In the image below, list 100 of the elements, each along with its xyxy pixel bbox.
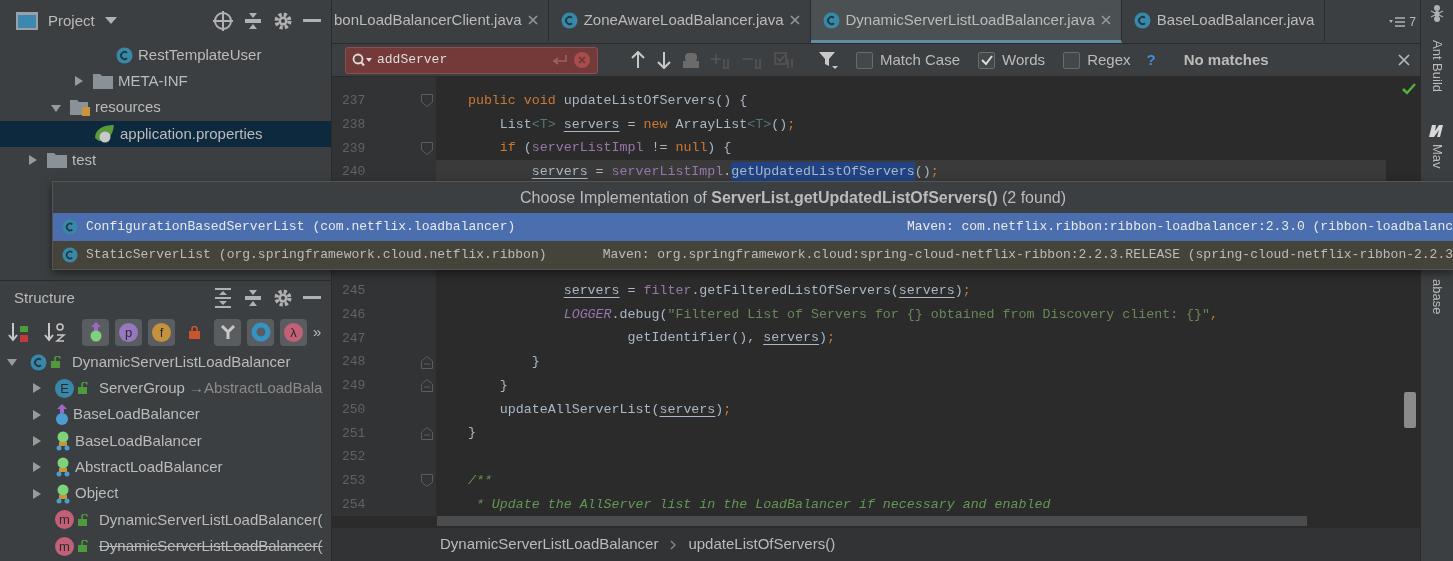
fold-marker-icon[interactable] [421, 355, 433, 369]
tree-arrow-icon[interactable] [31, 487, 43, 500]
code-line: List<T> servers = new ArrayList<T>(); [498, 115, 797, 134]
class-icon [560, 11, 578, 29]
editor-tab[interactable]: BaseLoadBalancer.java [1121, 0, 1326, 43]
tree-item[interactable]: resources [0, 94, 331, 121]
tree-arrow-icon[interactable] [31, 408, 43, 421]
editor-tab[interactable]: bonLoadBalancerClient.java [332, 0, 549, 43]
horizontal-scrollbar[interactable] [437, 516, 1307, 526]
more-button[interactable]: » [313, 320, 322, 344]
close-icon[interactable] [1398, 54, 1410, 66]
option-checkbox[interactable]: Words [978, 48, 1046, 72]
tree-item[interactable]: META-INF [0, 68, 331, 95]
expand-all-icon[interactable] [213, 288, 233, 308]
tool-window-button[interactable]: Ant Build [1427, 40, 1447, 93]
ant-icon[interactable] [1429, 4, 1445, 22]
tool-window-button[interactable]: Mav [1427, 144, 1447, 169]
tree-item[interactable]: AbstractLoadBalancer [0, 454, 331, 481]
implementation-item[interactable]: StaticServerList (org.springframework.cloud.netflix.ribbon) Maven: org.springframework.cloud:spring-cloud-netflix-ribbon:2.2.3.RELEASE (spring-cloud-netflix-ribbon-2.2.3 [53, 241, 1453, 269]
search-box[interactable]: addServer [345, 46, 598, 74]
vertical-scrollbar[interactable] [1404, 392, 1416, 428]
folder-icon [70, 99, 90, 117]
option-checkbox[interactable]: Regex [1063, 48, 1131, 72]
close-icon[interactable] [1100, 15, 1111, 25]
tab-list-icon[interactable] [1389, 15, 1406, 28]
tree-arrow-icon[interactable] [27, 154, 39, 167]
close-icon[interactable] [789, 15, 800, 25]
code-line: /** [466, 471, 493, 490]
no-problems-check-icon [1402, 83, 1416, 95]
settings-icon[interactable] [273, 288, 293, 308]
fold-marker-icon[interactable] [421, 379, 433, 393]
collapse-all-icon[interactable] [243, 11, 263, 31]
editor-tab[interactable]: DynamicServerListLoadBalancer.java [810, 0, 1122, 43]
folder-icon [93, 73, 113, 90]
maven-icon[interactable] [1428, 124, 1446, 139]
code-line: if (serverListImpl != null) { [498, 139, 733, 158]
superclass-icon [55, 457, 71, 478]
lock-icon [78, 540, 89, 553]
search-field[interactable]: addServer [377, 50, 547, 70]
enter-icon [552, 54, 568, 66]
code-line: } [466, 424, 477, 443]
tree-item[interactable]: m DynamicServerListLoadBalancer( [0, 506, 331, 534]
filter-toggle[interactable] [214, 318, 241, 346]
fold-marker-icon[interactable] [421, 426, 433, 440]
ring-icon [250, 322, 271, 342]
minimize-icon[interactable] [303, 296, 321, 300]
fold-marker-icon[interactable] [421, 94, 433, 108]
tree-item[interactable]: test [0, 147, 331, 174]
code-line: updateAllServerList(servers); [498, 400, 733, 419]
collapse-all-icon[interactable] [243, 288, 263, 308]
filter-toggle[interactable]: λ [280, 318, 307, 346]
breadcrumb[interactable]: updateListOfServers() [688, 533, 836, 556]
editor-tab[interactable]: ZoneAwareLoadBalancer.java [548, 0, 811, 43]
code-line: getIdentifier(), servers); [626, 329, 836, 348]
filter-toggle[interactable]: p [115, 318, 142, 346]
tree-arrow-icon[interactable] [31, 435, 43, 448]
sort-by-visibility-icon[interactable] [8, 321, 30, 343]
tree-arrow-icon[interactable] [31, 382, 43, 395]
settings-icon[interactable] [273, 11, 293, 31]
sort-alphabetically-icon[interactable] [44, 321, 66, 343]
caret-icon[interactable] [104, 17, 117, 25]
tree-item[interactable]: BaseLoadBalancer [0, 401, 331, 428]
help-link[interactable]: ? [1146, 48, 1156, 72]
tree-item[interactable]: Object [0, 480, 331, 507]
tree-arrow-icon[interactable] [73, 75, 85, 88]
lock-icon [78, 513, 89, 526]
lock-icon [189, 325, 200, 339]
filter-toggle[interactable]: f [148, 318, 175, 346]
lock-icon [51, 356, 62, 369]
filter-toggle[interactable] [82, 318, 109, 346]
lock-icon [78, 382, 89, 395]
filter-toggle[interactable] [247, 318, 274, 346]
tree-item[interactable]: DynamicServerListLoadBalancer [0, 349, 331, 376]
fold-marker-icon[interactable] [421, 474, 433, 488]
tab-count: 7 [1409, 13, 1416, 31]
next-occurrence-icon[interactable] [656, 51, 672, 69]
previous-occurrence-icon[interactable] [630, 51, 646, 69]
superclass-icon [55, 483, 71, 504]
chevron-icon [670, 539, 677, 550]
class-icon [1133, 11, 1151, 29]
enum-icon: E [55, 378, 74, 398]
tree-item[interactable]: m DynamicServerListLoadBalancer( [0, 533, 331, 560]
tree-arrow-icon[interactable] [31, 461, 43, 474]
panel-title: Project [48, 10, 95, 31]
fold-marker-icon[interactable] [421, 141, 433, 155]
option-checkbox[interactable]: Match Case [856, 48, 961, 72]
locate-icon[interactable] [213, 11, 233, 31]
tree-item[interactable]: E ServerGroup →AbstractLoadBala [0, 375, 331, 402]
filter-icon[interactable] [818, 50, 838, 70]
minimize-icon[interactable] [303, 19, 321, 23]
implementation-item[interactable]: ConfigurationBasedServerList (com.netflix.loadbalancer) Maven: com.netflix.ribbon:ribbon-loadbalancer:2.3.0 (ribbon-loadbalanc [53, 213, 1453, 241]
tree-item[interactable]: RestTemplateUser [0, 42, 331, 69]
tool-window-button[interactable]: abase [1427, 278, 1447, 315]
tree-item[interactable]: BaseLoadBalancer [0, 427, 331, 455]
tree-item[interactable]: application.properties [0, 120, 331, 148]
breadcrumb[interactable]: DynamicServerListLoadBalancer [440, 533, 659, 556]
select-occurrences-icon[interactable] [682, 51, 700, 69]
close-icon[interactable] [527, 15, 538, 25]
code-line: } [498, 376, 509, 395]
code-line: LOGGER.debug("Filtered List of Servers for {} obtained from Discovery client: {}", [562, 305, 1219, 324]
